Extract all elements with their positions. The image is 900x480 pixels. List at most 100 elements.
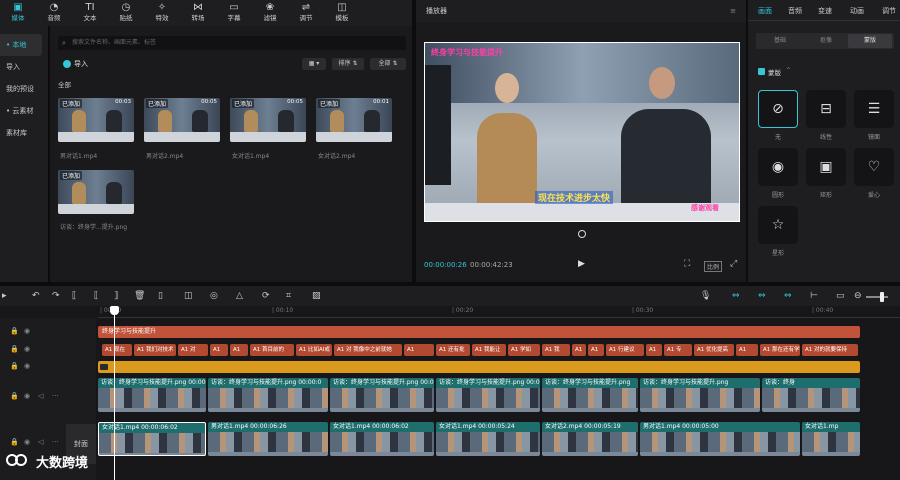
lock-icon[interactable]: 🔒: [10, 345, 19, 353]
zoom-out-icon[interactable]: ⊖: [854, 290, 862, 302]
tool-audio[interactable]: ◔ 音频: [36, 0, 72, 26]
lock-icon[interactable]: 🔒: [10, 327, 19, 335]
subtitle-clip[interactable]: A1: [736, 344, 758, 356]
freeze-icon[interactable]: ▯: [158, 290, 163, 302]
subtitle-clip[interactable]: A1 对 我像中之前就她: [334, 344, 402, 356]
playhead-handle[interactable]: [110, 306, 119, 315]
eye-icon[interactable]: ◉: [24, 327, 30, 335]
tool-transition[interactable]: ⋈ 转场: [180, 0, 216, 26]
tool-sticker[interactable]: ◷ 贴纸: [108, 0, 144, 26]
preview-axis-icon[interactable]: ▭: [836, 290, 845, 302]
subtitle-clip[interactable]: A1 首目前的: [250, 344, 294, 356]
media-item[interactable]: 已添加 00:05: [230, 98, 306, 142]
collapse-icon[interactable]: ^: [786, 67, 791, 74]
delete-icon[interactable]: 🗑: [134, 290, 145, 302]
main-video-clip[interactable]: 男对话1.mp4 00:00:06:26: [208, 422, 328, 456]
crop-frame-icon[interactable]: ◫: [184, 290, 193, 302]
tool-subtitle[interactable]: ▭ 字幕: [216, 0, 252, 26]
eye-icon[interactable]: ◉: [24, 392, 30, 400]
subtitle-clip[interactable]: A1: [230, 344, 248, 356]
fit-icon[interactable]: ⛶: [684, 259, 690, 269]
subtitle-clip[interactable]: A1 还有批: [436, 344, 470, 356]
align-icon[interactable]: ⊢: [810, 290, 818, 302]
overlay-clip[interactable]: 访谈：终身学习与技能提升.png 00:00:0: [436, 378, 540, 412]
tab-adjust[interactable]: 调节: [882, 6, 896, 16]
main-video-clip[interactable]: 女对话2.mp4 00:00:05:19: [542, 422, 638, 456]
subtitle-clip[interactable]: A1 我能让: [472, 344, 506, 356]
more-icon[interactable]: ···: [52, 392, 59, 400]
subtab-mask[interactable]: 蒙版: [848, 34, 892, 48]
mask-circle-button[interactable]: ◉: [758, 148, 798, 186]
media-item[interactable]: 已添加 00:05: [144, 98, 220, 142]
subtitle-clip[interactable]: A1 那在还有学习: [760, 344, 800, 356]
zoom-slider[interactable]: [866, 296, 888, 298]
subtitle-clip[interactable]: A1 我们对技术: [134, 344, 176, 356]
lock-icon[interactable]: 🔒: [10, 392, 19, 400]
subtitle-clip[interactable]: A1 学如: [508, 344, 540, 356]
overlay-clip[interactable]: 访谈：终身学习与技能提升.png: [640, 378, 760, 412]
subtitle-clip[interactable]: A1 行建议: [606, 344, 644, 356]
ratio-button[interactable]: 比例: [704, 261, 723, 272]
media-item[interactable]: 已添加 00:03: [58, 98, 134, 142]
tool-template[interactable]: ◫ 模板: [324, 0, 360, 26]
mask-heart-button[interactable]: ♡: [854, 148, 894, 186]
tab-picture[interactable]: 画面: [758, 6, 772, 16]
redo-icon[interactable]: ↷: [52, 290, 60, 302]
lock-icon[interactable]: 🔒: [10, 362, 19, 370]
play-segment-icon[interactable]: ◎: [210, 290, 218, 302]
main-video-clip[interactable]: 女对话1.mp4 00:00:06:02: [330, 422, 434, 456]
media-item[interactable]: 已添加 00:01: [316, 98, 392, 142]
title-text-clip[interactable]: 终身学习与技能提升: [98, 326, 860, 338]
mask-linear-button[interactable]: ⊟: [806, 90, 846, 128]
lock-icon[interactable]: 🔒: [10, 438, 19, 446]
main-video-clip[interactable]: 男对话1.mp4 00:00:05:00: [640, 422, 800, 456]
nav-import[interactable]: 导入: [0, 56, 48, 78]
snap-icon[interactable]: ⇔: [758, 290, 766, 302]
overlay-clip[interactable]: 访谈：终身: [762, 378, 860, 412]
tab-speed[interactable]: 变速: [818, 6, 832, 16]
subtitle-clip[interactable]: A1: [588, 344, 604, 356]
tool-effects[interactable]: ✧ 特效: [144, 0, 180, 26]
overlay-clip[interactable]: 访谈：终身学习与技能提升.png 00:00:0: [330, 378, 434, 412]
subtitle-clip[interactable]: A1: [572, 344, 586, 356]
volume-icon[interactable]: ◁: [38, 438, 43, 446]
split-icon[interactable]: ⟦: [72, 290, 76, 302]
crop-icon[interactable]: ⌗: [286, 290, 291, 302]
nav-cloud[interactable]: • 云素材: [0, 100, 48, 122]
undo-icon[interactable]: ↶: [32, 290, 40, 302]
filter-button[interactable]: 全部 ⇅: [370, 58, 406, 70]
playhead[interactable]: [114, 308, 115, 480]
sticker-clip[interactable]: [98, 361, 860, 373]
subtitle-clip[interactable]: A1 比如AI或: [296, 344, 332, 356]
mask-star-button[interactable]: ☆: [758, 206, 798, 244]
subtitle-clip[interactable]: A1 我: [542, 344, 570, 356]
tab-audio[interactable]: 音频: [788, 6, 802, 16]
zoom-slider-thumb[interactable]: [880, 292, 884, 302]
eye-icon[interactable]: ◉: [24, 438, 30, 446]
eye-icon[interactable]: ◉: [24, 345, 30, 353]
play-icon[interactable]: ▶: [578, 259, 585, 269]
overlay-clip[interactable]: 访谈：终身学习与技能提升.png 00:00:0: [208, 378, 328, 412]
subtitle-clip[interactable]: A1 优化提高: [694, 344, 734, 356]
overlay-clip[interactable]: 访谈：终身学习与技能提升.png: [542, 378, 638, 412]
tool-adjust[interactable]: ⇌ 调节: [288, 0, 324, 26]
import-button[interactable]: 导入: [58, 57, 98, 71]
subtitle-clip[interactable]: A1: [210, 344, 228, 356]
nav-library[interactable]: 素材库: [0, 122, 48, 144]
mask-mirror-button[interactable]: ☰: [854, 90, 894, 128]
subtab-basic[interactable]: 基础: [758, 34, 802, 48]
mirror-icon[interactable]: △: [236, 290, 243, 302]
subtitle-clip[interactable]: A1 专: [664, 344, 692, 356]
eye-icon[interactable]: ◉: [24, 362, 30, 370]
menu-icon[interactable]: ≡: [730, 0, 736, 22]
more-icon[interactable]: ···: [52, 438, 59, 446]
link-main-icon[interactable]: ⇔: [732, 290, 740, 302]
nav-presets[interactable]: 我的预设: [0, 78, 48, 100]
image-icon[interactable]: ▨: [312, 290, 321, 302]
video-preview[interactable]: 终身学习与技能提升 现在技术进步太快 感谢观看: [424, 42, 740, 222]
sort-button[interactable]: 排序 ⇅: [332, 58, 364, 70]
main-video-clip[interactable]: 女对话1.mp: [802, 422, 860, 456]
media-item[interactable]: 已添加: [58, 170, 134, 214]
subtitle-clip[interactable]: A1: [404, 344, 434, 356]
tool-text[interactable]: TI 文本: [72, 0, 108, 26]
